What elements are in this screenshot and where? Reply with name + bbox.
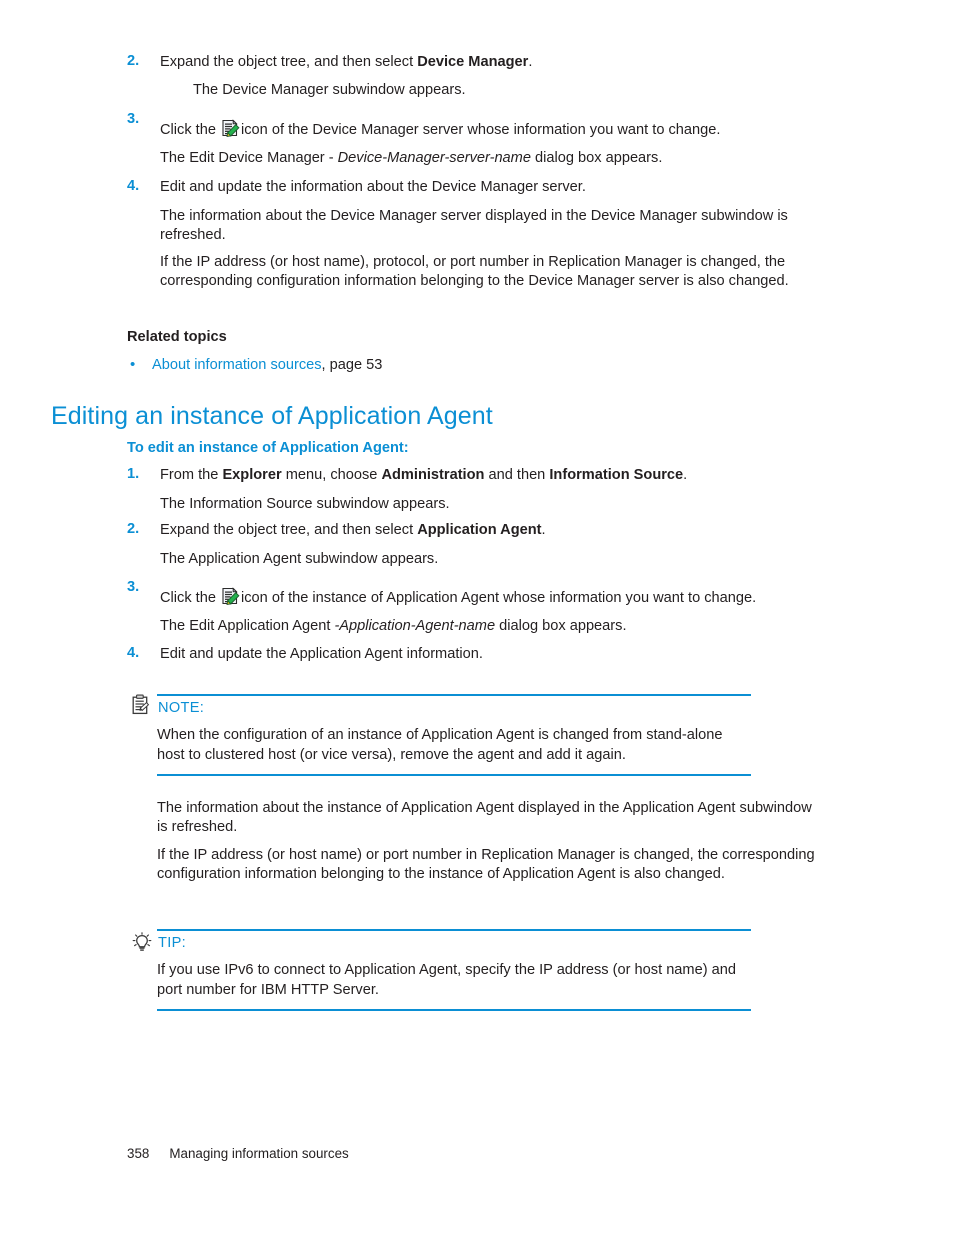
result-placeholder: -Application-Agent-name	[334, 618, 496, 634]
step-number: 4.	[127, 645, 140, 661]
step-text: Edit and update the Application Agent in…	[160, 646, 483, 662]
tip-label: TIP:	[158, 935, 186, 951]
procedure-subheading: To edit an instance of Application Agent…	[127, 440, 409, 456]
document-page: 2. Expand the object tree, and then sele…	[0, 0, 954, 1235]
bullet-icon: •	[130, 356, 136, 373]
step-text-bold: Application Agent	[417, 522, 542, 538]
step-text-part: and then	[484, 467, 550, 483]
edit-document-icon	[221, 119, 240, 138]
step-item: 2. Expand the object tree, and then sele…	[127, 521, 880, 541]
step-item: 4. Edit and update the information about…	[127, 178, 880, 198]
edit-document-icon	[221, 587, 240, 606]
tip-top-rule	[157, 929, 751, 931]
step-result: The Information Source subwindow appears…	[160, 496, 450, 512]
step-text-part: menu, choose	[281, 467, 382, 483]
note-bottom-rule	[157, 774, 751, 776]
result-paragraph: If the IP address (or host name) or port…	[157, 847, 815, 883]
step-result: The Device Manager subwindow appears.	[193, 82, 466, 98]
related-topics-heading: Related topics	[127, 329, 227, 345]
step-number: 3.	[127, 111, 140, 127]
page-footer: 358 Managing information sources	[127, 1146, 349, 1235]
step-text-suffix: icon of the Device Manager server whose …	[241, 122, 721, 138]
step-text-bold: Information Source	[549, 467, 684, 483]
result-placeholder: Device-Manager-server-name	[337, 150, 531, 166]
step-text-bold: Device Manager	[417, 54, 529, 70]
step-text: Expand the object tree, and then select …	[160, 53, 860, 73]
section-heading: Editing an instance of Application Agent	[51, 402, 493, 430]
step-number: 4.	[127, 178, 140, 194]
step-text-bold: Administration	[381, 467, 485, 483]
step-result: The Edit Device Manager - Device-Manager…	[160, 149, 880, 168]
step-number: 1.	[127, 466, 140, 482]
step-text: Edit and update the information about th…	[160, 179, 586, 195]
step-text-part: .	[683, 467, 688, 483]
note-top-rule	[157, 694, 751, 696]
step-text: Click the icon of the Device Manager ser…	[160, 119, 880, 140]
result-paragraph: The information about the instance of Ap…	[157, 800, 812, 836]
step-text-part: From the	[160, 467, 223, 483]
step-text-part: .	[541, 522, 546, 538]
step-result-paragraph: The information about the Device Manager…	[160, 208, 788, 244]
step-text-part: .	[528, 54, 533, 70]
tip-text: If you use IPv6 to connect to Applicatio…	[157, 962, 736, 998]
cross-reference-page: , page 53	[321, 357, 383, 373]
step-text-part: Expand the object tree, and then select	[160, 54, 418, 70]
step-result-paragraph: If the IP address (or host name), protoc…	[160, 254, 789, 290]
step-result: The Application Agent subwindow appears.	[160, 551, 439, 567]
tip-bottom-rule	[157, 1009, 751, 1011]
step-text-prefix: Click the	[160, 122, 221, 138]
step-number: 2.	[127, 53, 140, 69]
step-number: 3.	[127, 579, 140, 595]
list-item: • About information sources, page 53	[127, 356, 652, 373]
footer-chapter-title: Managing information sources	[169, 1146, 349, 1161]
step-text-part: Expand the object tree, and then select	[160, 522, 418, 538]
step-text-prefix: Click the	[160, 590, 221, 606]
step-item: 1. From the Explorer menu, choose Admini…	[127, 466, 880, 486]
step-result: The Edit Application Agent -Application-…	[160, 617, 880, 636]
lightbulb-icon	[132, 932, 152, 959]
step-text-bold: Explorer	[222, 467, 282, 483]
result-prefix: The Edit Application Agent	[160, 618, 335, 634]
step-text: Expand the object tree, and then select …	[160, 521, 880, 541]
note-clipboard-icon	[131, 694, 151, 721]
result-suffix: dialog box appears.	[495, 618, 627, 634]
note-text: When the configuration of an instance of…	[157, 727, 723, 763]
note-label: NOTE:	[158, 700, 205, 716]
step-text: Click the icon of the instance of Applic…	[160, 587, 880, 608]
step-text: From the Explorer menu, choose Administr…	[160, 466, 880, 486]
step-number: 2.	[127, 521, 140, 537]
step-item: 4. Edit and update the Application Agent…	[127, 645, 880, 665]
step-item: 2. Expand the object tree, and then sele…	[127, 53, 860, 73]
result-prefix: The Edit Device Manager -	[160, 150, 338, 166]
cross-reference-link[interactable]: About information sources	[152, 357, 322, 373]
page-number: 358	[127, 1146, 150, 1161]
result-suffix: dialog box appears.	[530, 150, 663, 166]
step-text-suffix: icon of the instance of Application Agen…	[241, 590, 757, 606]
